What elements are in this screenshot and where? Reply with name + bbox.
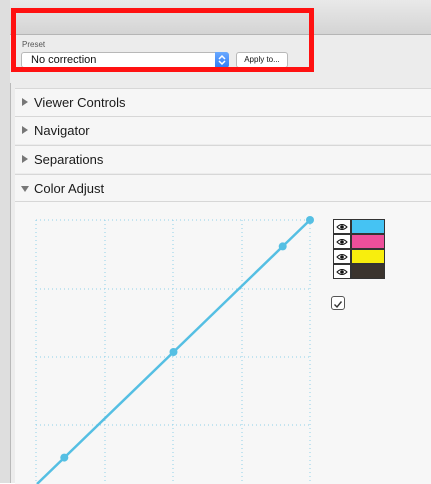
curve-layer[interactable]: [36, 216, 314, 484]
section-viewer-controls[interactable]: Viewer Controls: [15, 88, 431, 116]
disclosure-collapsed-icon[interactable]: [22, 155, 28, 163]
separation-swatch-black: [351, 264, 385, 279]
curve-point[interactable]: [278, 242, 287, 251]
separation-row-cyan: [333, 219, 385, 234]
section-label: Navigator: [34, 123, 90, 138]
separation-swatch-yellow: [351, 249, 385, 264]
separation-row-yellow: [333, 249, 385, 264]
eye-icon[interactable]: [333, 264, 351, 279]
apply-checkbox[interactable]: [331, 296, 345, 310]
highlight-box: [11, 8, 314, 72]
separation-row-black: [333, 264, 385, 279]
section-separations[interactable]: Separations: [15, 145, 431, 173]
eye-icon[interactable]: [333, 234, 351, 249]
curve-point[interactable]: [60, 453, 69, 462]
curve-point[interactable]: [169, 348, 178, 356]
section-navigator[interactable]: Navigator: [15, 116, 431, 144]
disclosure-collapsed-icon[interactable]: [22, 98, 28, 106]
eye-icon[interactable]: [333, 219, 351, 234]
eye-icon[interactable]: [333, 249, 351, 264]
section-label: Color Adjust: [34, 181, 105, 196]
separation-swatch-magenta: [351, 234, 385, 249]
checkmark-icon: [334, 301, 343, 309]
disclosure-collapsed-icon[interactable]: [22, 126, 28, 134]
separation-row-magenta: [333, 234, 385, 249]
section-color-adjust[interactable]: Color Adjust: [15, 174, 431, 202]
section-label: Viewer Controls: [34, 95, 126, 110]
disclosure-expanded-icon[interactable]: [21, 186, 29, 192]
curve-point[interactable]: [306, 216, 314, 224]
separation-swatch-cyan: [351, 219, 385, 234]
section-label: Separations: [34, 152, 104, 167]
